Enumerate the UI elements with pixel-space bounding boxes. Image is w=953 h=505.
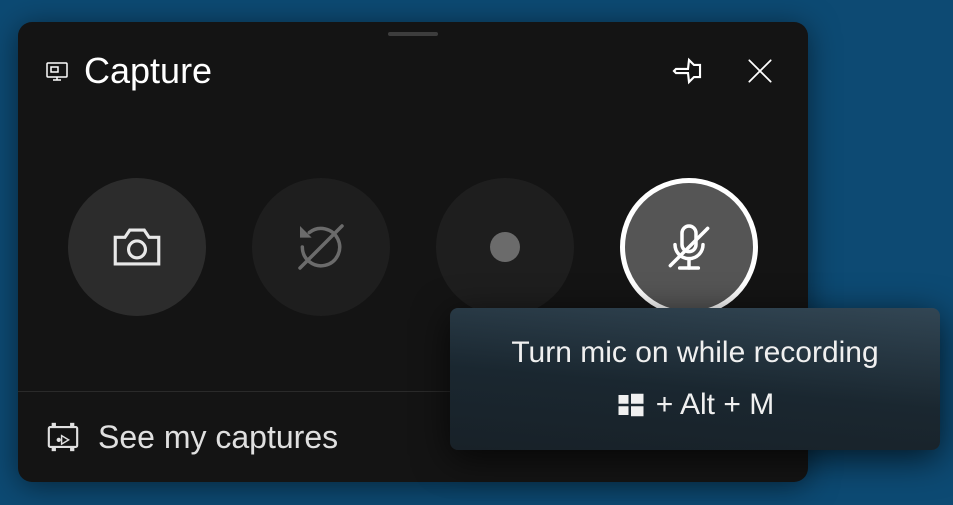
panel-title: Capture bbox=[84, 50, 666, 92]
refresh-disabled-icon bbox=[293, 219, 349, 275]
camera-icon bbox=[108, 218, 166, 276]
see-captures-label: See my captures bbox=[98, 419, 338, 456]
mic-off-icon bbox=[661, 219, 717, 275]
capture-icon bbox=[44, 58, 70, 84]
close-button[interactable] bbox=[738, 49, 782, 93]
shortcut-text: + Alt + M bbox=[656, 388, 774, 422]
tooltip-shortcut: + Alt + M bbox=[616, 388, 774, 422]
record-last-button[interactable] bbox=[252, 178, 390, 316]
windows-key-icon bbox=[616, 390, 646, 420]
mic-toggle-button[interactable] bbox=[620, 178, 758, 316]
record-button[interactable] bbox=[436, 178, 574, 316]
pin-button[interactable] bbox=[666, 49, 710, 93]
gallery-icon bbox=[46, 420, 80, 454]
record-icon bbox=[490, 232, 520, 262]
mic-tooltip: Turn mic on while recording + Alt + M bbox=[450, 308, 940, 450]
header-actions bbox=[666, 49, 782, 93]
drag-handle[interactable] bbox=[388, 32, 438, 36]
tooltip-title: Turn mic on while recording bbox=[511, 336, 878, 370]
screenshot-button[interactable] bbox=[68, 178, 206, 316]
